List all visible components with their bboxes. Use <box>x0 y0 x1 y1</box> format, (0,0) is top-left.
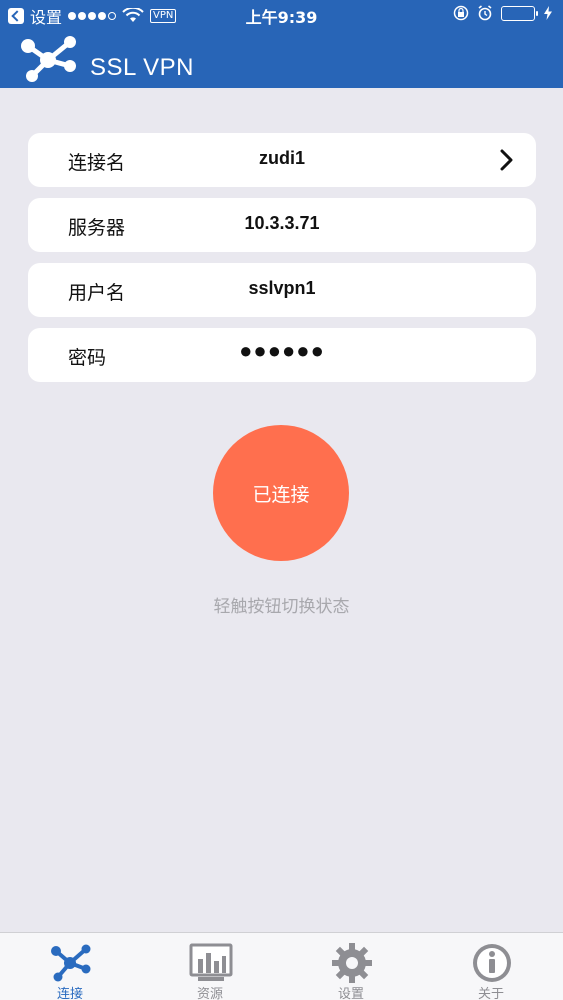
tab-connect-label: 连接 <box>56 987 83 1000</box>
tab-about-label: 关于 <box>477 987 504 1000</box>
tab-resources-label: 资源 <box>196 987 223 1000</box>
alarm-icon <box>478 5 492 21</box>
charging-bolt-icon <box>544 6 552 20</box>
username-row[interactable]: 用户名 sslvpn1 <box>28 263 536 317</box>
info-icon <box>473 944 511 982</box>
username-value: sslvpn1 <box>248 278 316 298</box>
battery-icon <box>501 5 538 21</box>
server-row[interactable]: 服务器 10.3.3.71 <box>28 198 536 252</box>
tab-settings[interactable]: 设置 <box>281 933 421 1000</box>
connection-form: 连接名 zudi1 服务器 10.3.3.71 用户名 sslvpn1 密码 ●… <box>28 133 536 393</box>
tab-settings-label: 设置 <box>337 987 364 1000</box>
app-title: SSL VPN <box>90 54 194 81</box>
server-value: 10.3.3.71 <box>244 213 320 233</box>
password-row[interactable]: 密码 ●●●●●● <box>28 328 536 382</box>
connect-toggle-button[interactable]: 已连接 <box>213 425 349 561</box>
tab-about[interactable]: 关于 <box>421 933 561 1000</box>
chevron-right-icon[interactable] <box>500 149 514 171</box>
connection-name-value: zudi1 <box>258 148 305 168</box>
password-value: ●●●●●● <box>239 338 325 363</box>
network-nodes-icon <box>51 944 91 982</box>
top-bar: 设置 VPN 上午9:39 SSL VPN <box>0 0 563 88</box>
tab-bar: 连接 资源 设置 关于 <box>0 932 563 1000</box>
status-right <box>453 5 553 21</box>
connection-name-row[interactable]: 连接名 zudi1 <box>28 133 536 187</box>
rotation-lock-icon <box>453 5 469 21</box>
toggle-hint: 轻触按钮切换状态 <box>213 597 350 617</box>
network-nodes-icon <box>21 36 76 82</box>
tab-connect[interactable]: 连接 <box>0 933 140 1000</box>
app-root: 设置 VPN 上午9:39 SSL VPN 连接名 zudi1 服务器 10.3… <box>0 0 563 1000</box>
status-bar: 设置 VPN 上午9:39 <box>0 0 563 30</box>
tab-resources[interactable]: 资源 <box>140 933 280 1000</box>
gear-icon <box>332 943 372 983</box>
chart-icon <box>189 943 233 981</box>
